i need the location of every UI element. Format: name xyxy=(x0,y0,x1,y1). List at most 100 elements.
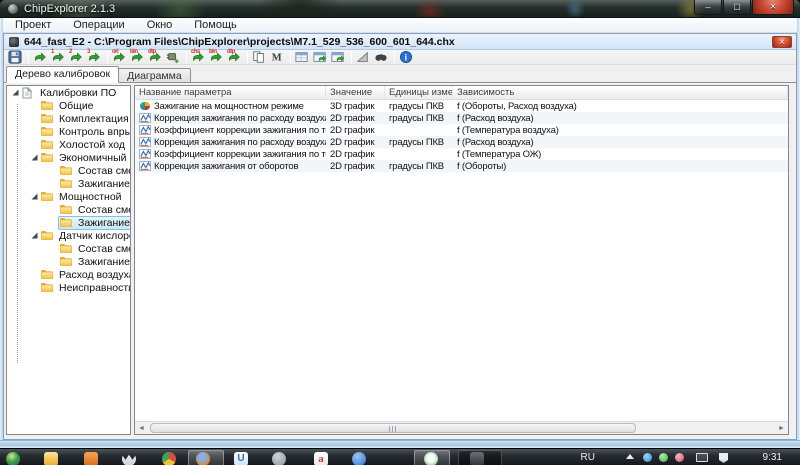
tree-item-зажигание[interactable]: Зажигание xyxy=(7,215,131,230)
tree-item-холостой-ход[interactable]: Холостой ход xyxy=(7,138,130,151)
taskbar-app-blue[interactable] xyxy=(352,452,366,465)
close-button[interactable] xyxy=(752,0,794,15)
tab-calibration-tree[interactable]: Дерево калибровок xyxy=(6,66,120,83)
chart-2d-icon xyxy=(139,161,152,171)
tray-expand-icon[interactable] xyxy=(626,454,634,459)
tab-diagram[interactable]: Диаграмма xyxy=(118,68,191,83)
tree-item-комплектация[interactable]: Комплектация xyxy=(7,112,130,125)
taskbar-app-blue-u[interactable]: U xyxy=(234,452,248,465)
column-header-2[interactable]: Значение xyxy=(326,86,385,99)
tree-item-content: Неисправности xyxy=(39,281,130,295)
compare-icon[interactable]: M xyxy=(270,50,286,64)
start-button[interactable] xyxy=(6,452,20,465)
tree-item-состав-смеси[interactable]: Состав смеси xyxy=(7,242,130,255)
tree-item-content: Контроль впрыска xyxy=(39,125,130,139)
table-row[interactable]: Зажигание на мощностном режиме 3D график г… xyxy=(135,100,788,112)
menu-item-4[interactable]: Помощь xyxy=(183,18,248,33)
tree-item-неисправности[interactable]: Неисправности xyxy=(7,281,130,294)
taskbar-app-m[interactable] xyxy=(122,454,136,465)
taskbar-active-app[interactable] xyxy=(470,452,484,465)
taskbar-chrome[interactable] xyxy=(162,452,176,465)
restore-3-icon[interactable]: 3 xyxy=(87,49,103,64)
taskbar-app-orange[interactable] xyxy=(84,452,98,465)
tree-item-датчик-кислорода[interactable]: Датчик кислорода xyxy=(7,229,130,242)
horizontal-scrollbar[interactable]: ◄ ► xyxy=(135,421,788,434)
cell-name: Коррекция зажигания по расходу воздуха п… xyxy=(135,112,326,124)
taskbar-app-grey[interactable] xyxy=(272,452,286,465)
minimize-button[interactable] xyxy=(694,0,722,15)
table-window-icon[interactable] xyxy=(295,50,311,64)
copy-pages-icon[interactable] xyxy=(252,50,268,64)
tree-item-label: Зажигание xyxy=(78,216,131,229)
menu-item-1[interactable]: Проект xyxy=(4,18,62,33)
search-binoculars-icon[interactable] xyxy=(374,50,390,64)
column-header-1[interactable]: Название параметра xyxy=(135,86,326,99)
export-dtp-icon[interactable]: dtp xyxy=(227,49,243,64)
cell-units xyxy=(385,124,453,136)
tray-green-icon[interactable] xyxy=(659,453,668,462)
expand-arrow-icon[interactable] xyxy=(11,88,20,97)
import-ori-icon[interactable]: ori xyxy=(112,49,128,64)
table-row[interactable]: Коррекция зажигания от оборотов 2D график… xyxy=(135,160,788,172)
document-close-button[interactable] xyxy=(772,36,792,49)
open-project-icon[interactable] xyxy=(33,50,49,64)
import-dtp-icon[interactable]: dtp xyxy=(148,49,164,64)
document-titlebar[interactable]: 644_fast_E2 - C:\Program Files\ChipExplo… xyxy=(4,34,796,50)
table-import-icon[interactable] xyxy=(313,50,329,64)
action-center-icon[interactable] xyxy=(719,453,728,463)
expand-arrow-icon[interactable] xyxy=(30,153,39,162)
tree-item-общие[interactable]: Общие xyxy=(7,99,130,112)
tray-red-icon[interactable] xyxy=(675,453,684,462)
info-icon[interactable]: i xyxy=(399,50,415,64)
table-row[interactable]: Коррекция зажигания по расходу воздуха п… xyxy=(135,112,788,124)
taskbar-app-green[interactable] xyxy=(424,452,438,465)
tree-item-контроль-впрыска[interactable]: Контроль впрыска xyxy=(7,125,130,138)
export-chs-icon[interactable]: chs xyxy=(191,49,207,64)
maximize-button[interactable] xyxy=(723,0,751,15)
toolbar-separator xyxy=(107,51,108,63)
restore-1-icon[interactable]: 1 xyxy=(51,49,67,64)
language-indicator[interactable]: RU xyxy=(581,452,595,463)
table-row[interactable]: Коэффициент коррекции зажигания по темпе… xyxy=(135,124,788,136)
tree-item-content: Состав смеси xyxy=(58,242,130,256)
tree-item-экономичный[interactable]: Экономичный xyxy=(7,151,130,164)
table-row[interactable]: Коррекция зажигания по расходу воздуха 2D… xyxy=(135,136,788,148)
import-device-icon[interactable] xyxy=(166,50,182,64)
table-export-icon[interactable] xyxy=(331,50,347,64)
network-icon[interactable] xyxy=(696,453,708,462)
tree-item-зажигание[interactable]: Зажигание xyxy=(7,177,130,190)
menu-item-2[interactable]: Операции xyxy=(62,18,135,33)
export-bin-icon[interactable]: bin xyxy=(209,49,225,64)
scroll-right-arrow-icon[interactable]: ► xyxy=(775,423,788,434)
tree-item-состав-смеси[interactable]: Состав смеси xyxy=(7,164,130,177)
restore-2-icon[interactable]: 2 xyxy=(69,49,85,64)
menu-item-3[interactable]: Окно xyxy=(136,18,184,33)
tree-item-мощностной[interactable]: Мощностной xyxy=(7,190,130,203)
taskbar-firefox[interactable] xyxy=(196,452,210,465)
column-header-4[interactable]: Зависимость xyxy=(453,86,788,99)
graph-icon[interactable] xyxy=(356,50,372,64)
taskbar-explorer[interactable] xyxy=(44,452,58,465)
tray-blue-icon[interactable] xyxy=(643,453,652,462)
scroll-left-arrow-icon[interactable]: ◄ xyxy=(135,423,148,434)
save-icon[interactable] xyxy=(8,50,24,64)
column-header-3[interactable]: Единицы изме... xyxy=(385,86,453,99)
table-row[interactable]: Коэффициент коррекции зажигания по темпе… xyxy=(135,148,788,160)
import-bin-icon[interactable]: bin xyxy=(130,49,146,64)
expand-arrow-icon[interactable] xyxy=(30,192,39,201)
tree-item-зажигание[interactable]: Зажигание xyxy=(7,255,130,268)
tree-item-label: Комплектация xyxy=(59,112,129,125)
tree-item-калибровки-по[interactable]: Калибровки ПО xyxy=(7,86,130,99)
taskbar-opera[interactable]: a xyxy=(314,452,328,465)
svg-text:i: i xyxy=(405,53,407,63)
tree-item-состав-смеси[interactable]: Состав смеси xyxy=(7,203,130,216)
scrollbar-thumb[interactable] xyxy=(150,423,636,433)
tree-item-расход-воздуха[interactable]: Расход воздуха xyxy=(7,268,130,281)
clock[interactable]: 9:31 xyxy=(763,452,782,463)
expand-arrow-icon[interactable] xyxy=(30,231,39,240)
cell-name: Коррекция зажигания от оборотов xyxy=(135,160,326,172)
main-titlebar[interactable]: ChipExplorer 2.1.3 xyxy=(0,0,800,18)
